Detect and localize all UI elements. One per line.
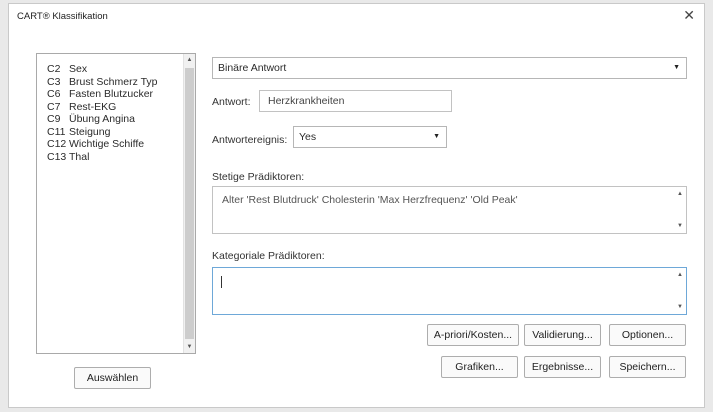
categorical-predictors-scrollbar[interactable]: ▲ ▼ (675, 269, 685, 313)
validation-button[interactable]: Validierung... (524, 324, 601, 346)
categorical-predictors-label: Kategoriale Prädiktoren: (212, 250, 325, 262)
select-button[interactable]: Auswählen (74, 367, 151, 389)
scroll-down-arrow-icon[interactable]: ▼ (675, 220, 685, 232)
scroll-down-arrow-icon[interactable]: ▼ (184, 341, 195, 353)
response-event-dropdown[interactable]: Yes ▼ (293, 126, 447, 148)
variable-label: Brust Schmerz Typ (69, 75, 158, 88)
variable-list-items: C2 Sex C3 Brust Schmerz Typ C6 Fasten Blutzuc… (47, 63, 158, 163)
list-item[interactable]: C13 Thal (47, 151, 158, 164)
response-type-dropdown[interactable]: Binäre Antwort ▼ (212, 57, 687, 79)
response-type-value: Binäre Antwort (218, 62, 287, 74)
save-button[interactable]: Speichern... (609, 356, 686, 378)
list-item[interactable]: C11 Steigung (47, 126, 158, 139)
variable-label: Thal (69, 150, 90, 163)
list-item[interactable]: C9 Übung Angina (47, 113, 158, 126)
categorical-predictors-field[interactable]: ▲ ▼ (212, 267, 687, 315)
cart-classification-dialog: CART® Klassifikation ✕ C2 Sex C3 Brust Schm… (8, 3, 705, 408)
text-cursor (221, 276, 222, 288)
variable-list-scrollbar[interactable]: ▲ ▼ (183, 54, 195, 353)
response-field[interactable]: Herzkrankheiten (259, 90, 452, 112)
variable-code: C11 (47, 125, 66, 138)
chevron-down-icon: ▼ (433, 133, 440, 140)
variable-code: C6 (47, 88, 61, 100)
continuous-predictors-value: Alter 'Rest Blutdruck' Cholesterin 'Max … (222, 194, 518, 206)
variable-label: Wichtige Schiffe (69, 138, 145, 150)
scrollbar-thumb[interactable] (185, 68, 194, 339)
variable-code: C9 (47, 113, 61, 125)
list-item[interactable]: C7 Rest-EKG (47, 101, 158, 114)
variable-label: Sex (69, 63, 88, 75)
chevron-down-icon: ▼ (673, 64, 680, 71)
response-label: Antwort: (212, 96, 251, 108)
variable-label: Steigung (69, 125, 111, 138)
variable-label: Übung Angina (69, 113, 135, 125)
options-button[interactable]: Optionen... (609, 324, 686, 346)
list-item[interactable]: C12 Wichtige Schiffe (47, 138, 158, 151)
variable-code: C13 (47, 150, 67, 163)
response-event-label: Antwortereignis: (212, 134, 288, 146)
dialog-title: CART® Klassifikation (17, 11, 108, 22)
variable-code: C7 (47, 100, 61, 113)
close-icon[interactable]: ✕ (683, 7, 695, 23)
variable-code: C2 (47, 63, 61, 75)
response-event-value: Yes (299, 131, 317, 143)
scroll-up-arrow-icon[interactable]: ▲ (675, 269, 685, 281)
scroll-up-arrow-icon[interactable]: ▲ (184, 54, 195, 66)
graphs-button[interactable]: Grafiken... (441, 356, 518, 378)
variable-list[interactable]: C2 Sex C3 Brust Schmerz Typ C6 Fasten Blutzuc… (36, 53, 196, 354)
results-button[interactable]: Ergebnisse... (524, 356, 601, 378)
continuous-predictors-label: Stetige Prädiktoren: (212, 171, 305, 183)
scroll-up-arrow-icon[interactable]: ▲ (675, 188, 685, 200)
continuous-predictors-field[interactable]: Alter 'Rest Blutdruck' Cholesterin 'Max … (212, 186, 687, 234)
scroll-down-arrow-icon[interactable]: ▼ (675, 301, 685, 313)
variable-label: Rest-EKG (69, 100, 117, 113)
variable-code: C12 (47, 138, 67, 150)
continuous-predictors-scrollbar[interactable]: ▲ ▼ (675, 188, 685, 232)
variable-code: C3 (47, 75, 61, 88)
list-item[interactable]: C6 Fasten Blutzucker (47, 88, 158, 101)
list-item[interactable]: C3 Brust Schmerz Typ (47, 76, 158, 89)
variable-label: Fasten Blutzucker (69, 88, 154, 100)
prior-costs-button[interactable]: A-priori/Kosten... (427, 324, 519, 346)
list-item[interactable]: C2 Sex (47, 63, 158, 76)
